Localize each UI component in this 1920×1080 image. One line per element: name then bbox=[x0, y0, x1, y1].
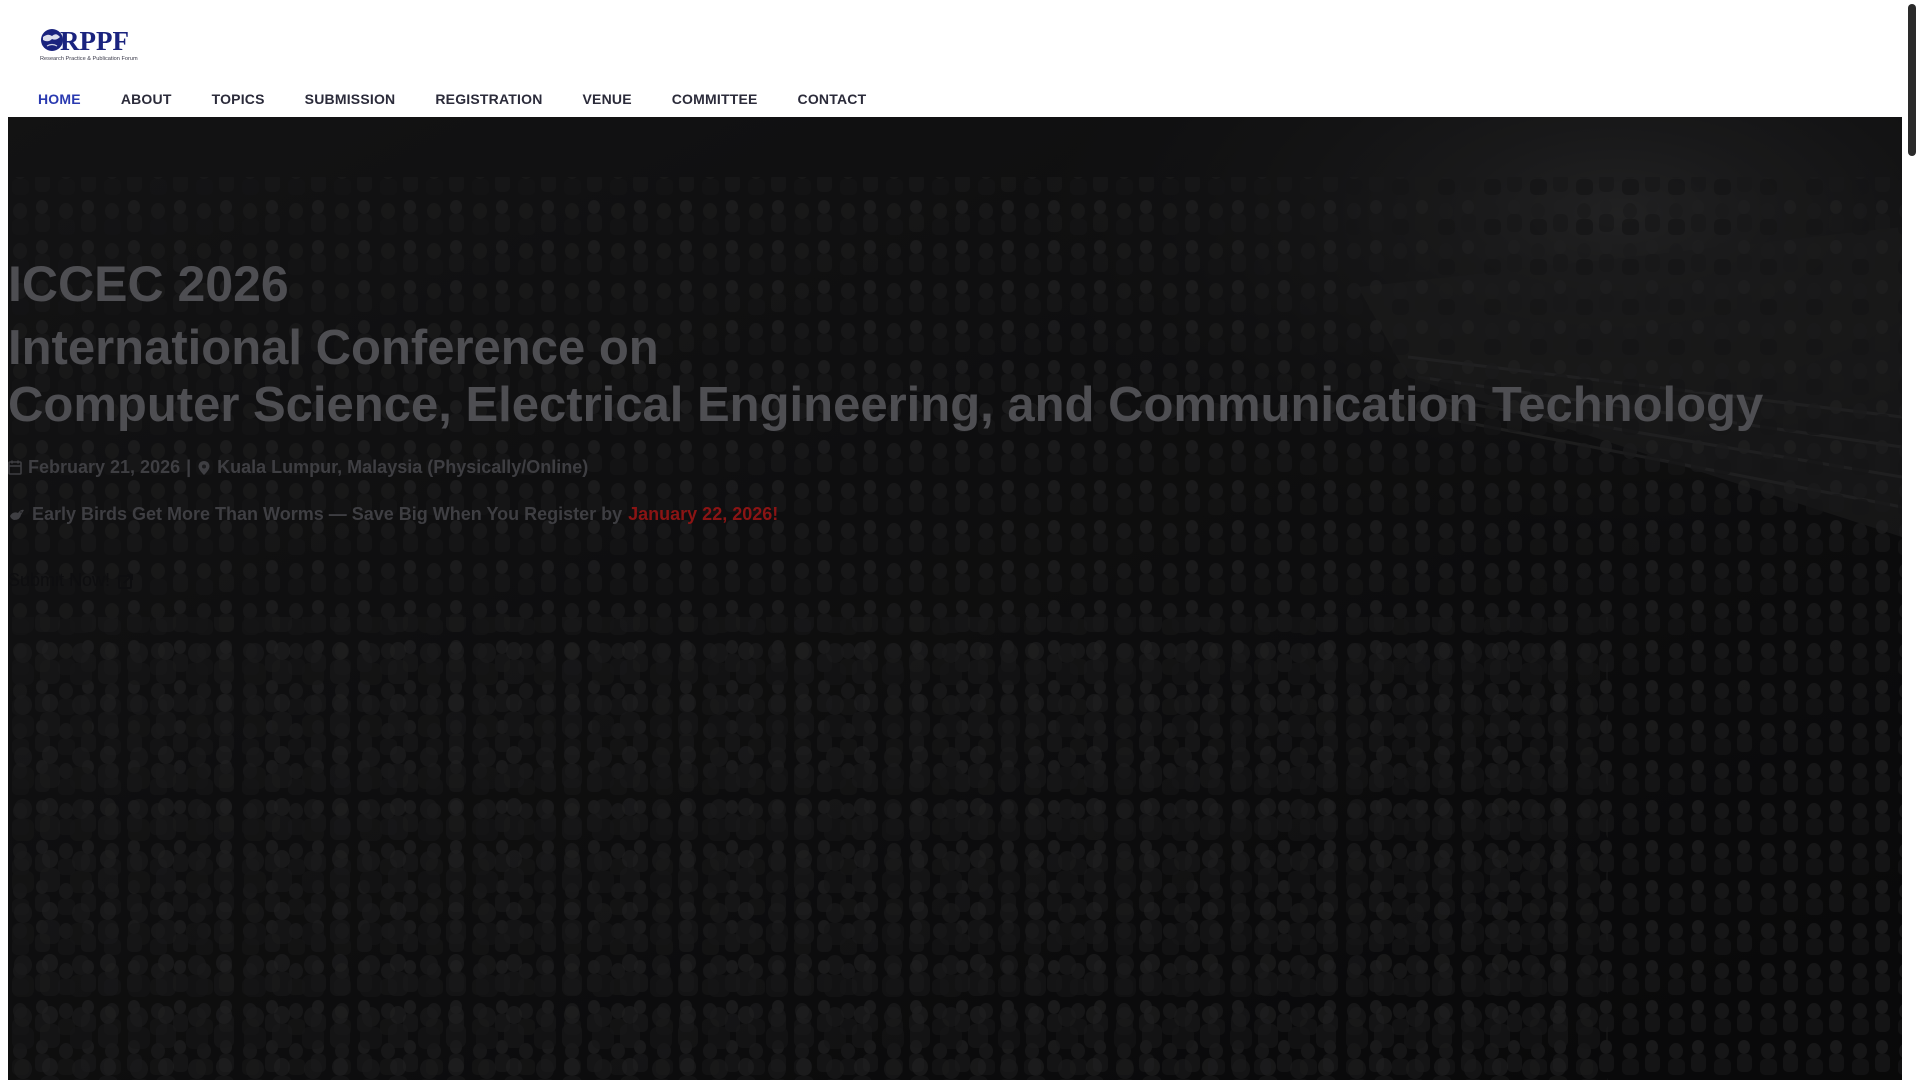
conference-title-line-2: Computer Science, Electrical Engineering… bbox=[8, 378, 1764, 432]
meta-separator: | bbox=[186, 457, 192, 477]
submit-now-label: Submit Now! bbox=[8, 570, 111, 590]
hero-banner: ICCEC 2026 International Conference on C… bbox=[8, 117, 1902, 1080]
conference-date: February 21, 2026 bbox=[28, 457, 181, 477]
rppf-logo-graphic: RPPF Research Practice & Publication For… bbox=[40, 26, 138, 62]
nav-item-registration[interactable]: REGISTRATION bbox=[435, 90, 542, 108]
brand-name: RPPF bbox=[60, 26, 129, 56]
page: RPPF Research Practice & Publication For… bbox=[0, 0, 1920, 1080]
promo-text: Early Birds Get More Than Worms — Save B… bbox=[32, 504, 623, 524]
scrollbar-thumb[interactable] bbox=[1908, 4, 1916, 156]
page-scrollbar[interactable] bbox=[1904, 0, 1920, 1080]
main-nav: HOME ABOUT TOPICS SUBMISSION REGISTRATIO… bbox=[38, 90, 906, 108]
submit-now-button[interactable]: Submit Now! bbox=[8, 570, 134, 591]
conference-meta: February 21, 2026 | Kuala Lumpur, Malays… bbox=[8, 457, 588, 478]
bird-icon bbox=[10, 509, 24, 520]
arrow-box-icon bbox=[118, 573, 133, 589]
nav-item-contact[interactable]: CONTACT bbox=[798, 90, 867, 108]
nav-item-about[interactable]: ABOUT bbox=[121, 90, 172, 108]
early-bird-promo: Early Birds Get More Than Worms — Save B… bbox=[8, 504, 778, 525]
nav-item-topics[interactable]: TOPICS bbox=[212, 90, 265, 108]
nav-item-home[interactable]: HOME bbox=[38, 90, 81, 108]
site-logo[interactable]: RPPF Research Practice & Publication For… bbox=[38, 26, 168, 62]
nav-item-venue[interactable]: VENUE bbox=[583, 90, 632, 108]
conference-location: Kuala Lumpur, Malaysia (Physically/Onlin… bbox=[217, 457, 589, 477]
promo-deadline: January 22, 2026! bbox=[628, 504, 779, 524]
nav-item-submission[interactable]: SUBMISSION bbox=[305, 90, 396, 108]
nav-item-committee[interactable]: COMMITTEE bbox=[672, 90, 758, 108]
conference-acronym: ICCEC 2026 bbox=[8, 256, 289, 312]
map-pin-icon bbox=[198, 460, 210, 475]
calendar-icon bbox=[8, 460, 22, 475]
hero-content: ICCEC 2026 International Conference on C… bbox=[8, 117, 1902, 1080]
brand-tagline: Research Practice & Publication Forum bbox=[40, 56, 138, 62]
conference-title-line-1: International Conference on bbox=[8, 321, 659, 375]
site-header: RPPF Research Practice & Publication For… bbox=[8, 0, 1902, 118]
